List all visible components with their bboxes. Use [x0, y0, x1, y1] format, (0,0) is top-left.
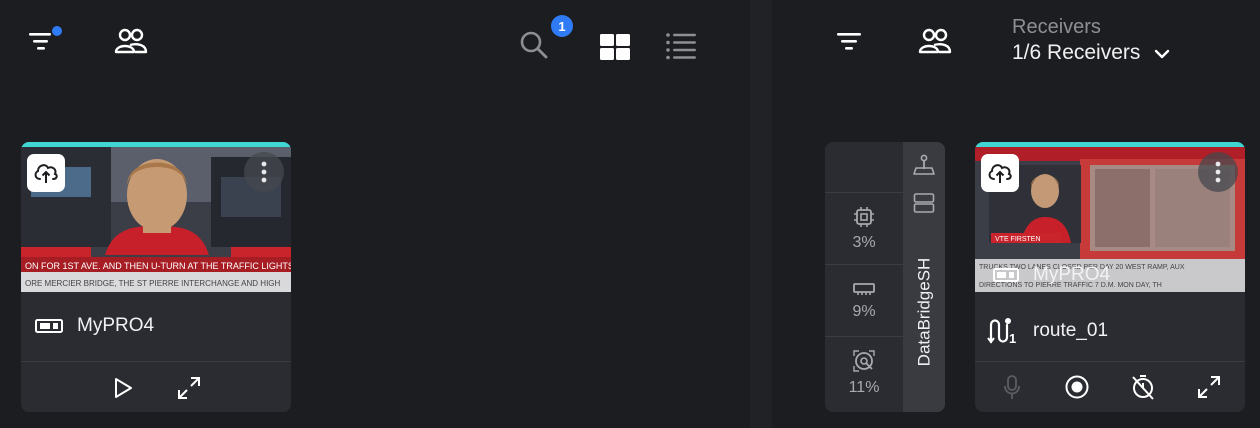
sources-panel: 1 ON FOR 1ST AVE. AND THEN U-TURN AT THE… [0, 0, 750, 428]
search-icon [520, 31, 548, 59]
timer-off-icon [1132, 375, 1154, 400]
filter-active-dot [52, 26, 62, 36]
card-divider [975, 361, 1245, 362]
expand-button[interactable] [1195, 373, 1223, 401]
device-name: MyPRO4 [1033, 264, 1111, 285]
receivers-panel: Receivers 1/6 Receivers 3% 9% 11% DataBr… [772, 0, 1260, 428]
disk-value: 11% [848, 378, 880, 396]
memory-value: 9% [852, 302, 876, 320]
device-row: MyPRO4 [993, 264, 1110, 286]
play-button[interactable] [109, 374, 137, 402]
search-count-badge: 1 [551, 15, 573, 37]
svg-text:VTE FIRSTEN: VTE FIRSTEN [995, 236, 1041, 243]
filter-button[interactable] [832, 26, 866, 56]
joystick-icon [913, 154, 935, 175]
card-menu-button[interactable] [1198, 152, 1238, 192]
expand-button[interactable] [175, 374, 203, 402]
svg-text:ORE MERCIER BRIDGE, THE ST PIE: ORE MERCIER BRIDGE, THE ST PIERRE INTERC… [25, 279, 281, 288]
route-icon: 1 [987, 315, 1019, 347]
filter-icon [29, 33, 51, 50]
users-button[interactable] [916, 24, 954, 58]
mic-button[interactable] [999, 373, 1025, 401]
server-stats-card: 3% 9% 11% DataBridgeSH [825, 142, 945, 412]
receivers-value: 1/6 Receivers [1012, 41, 1141, 64]
server-name: DataBridgeSH [914, 257, 934, 367]
users-icon [918, 28, 952, 54]
more-vertical-icon [261, 161, 267, 183]
route-name: route_01 [1033, 320, 1109, 341]
chevron-down-icon [1154, 41, 1170, 65]
list-view-button[interactable] [664, 30, 698, 62]
grid-view-icon [600, 34, 630, 60]
memory-icon [853, 282, 875, 295]
card-menu-button[interactable] [244, 152, 284, 192]
server-side-bar: DataBridgeSH [903, 142, 945, 412]
cloud-upload-button[interactable] [981, 154, 1019, 192]
device-row: MyPRO4 [35, 315, 154, 337]
more-vertical-icon [1215, 161, 1221, 183]
filter-icon [837, 33, 861, 50]
route-row[interactable]: 1 route_01 [987, 315, 1108, 347]
device-icon [993, 268, 1019, 282]
timer-off-button[interactable] [1129, 373, 1157, 401]
disk-stat: 11% [825, 336, 903, 408]
record-icon [1065, 375, 1089, 399]
device-name: MyPRO4 [77, 315, 155, 336]
memory-stat: 9% [825, 264, 903, 336]
receiver-card[interactable]: VTE FIRSTEN TRUCKS TWO LANES CLOSED PER … [975, 142, 1245, 412]
device-icon [35, 318, 63, 334]
svg-text:ON FOR 1ST AVE. AND THEN U-TUR: ON FOR 1ST AVE. AND THEN U-TURN AT THE T… [25, 261, 291, 271]
search-button[interactable] [517, 28, 551, 62]
stats-column: 3% 9% 11% [825, 142, 903, 412]
cloud-upload-button[interactable] [27, 154, 65, 192]
joystick-button[interactable] [911, 152, 937, 180]
cpu-icon [854, 206, 874, 227]
source-card[interactable]: ON FOR 1ST AVE. AND THEN U-TURN AT THE T… [21, 142, 291, 412]
server-button[interactable] [911, 190, 937, 216]
cloud-upload-icon [988, 164, 1012, 183]
receivers-dropdown[interactable]: 1/6 Receivers [1012, 41, 1170, 65]
grid-view-button[interactable] [598, 32, 632, 62]
cloud-upload-icon [34, 164, 58, 183]
card-divider [21, 361, 291, 362]
play-icon [115, 378, 132, 398]
expand-icon [1198, 376, 1220, 398]
route-count: 1 [1009, 331, 1017, 346]
disk-icon [853, 349, 875, 372]
cpu-stat: 3% [825, 192, 903, 264]
record-button[interactable] [1063, 373, 1091, 401]
list-view-icon [666, 33, 696, 60]
expand-icon [178, 377, 200, 399]
receivers-label: Receivers [1012, 16, 1101, 38]
cpu-value: 3% [852, 233, 876, 251]
panel-divider[interactable] [750, 0, 772, 428]
mic-icon [1004, 375, 1020, 399]
users-icon [114, 28, 148, 54]
server-icon [913, 193, 935, 213]
users-button[interactable] [112, 24, 150, 58]
